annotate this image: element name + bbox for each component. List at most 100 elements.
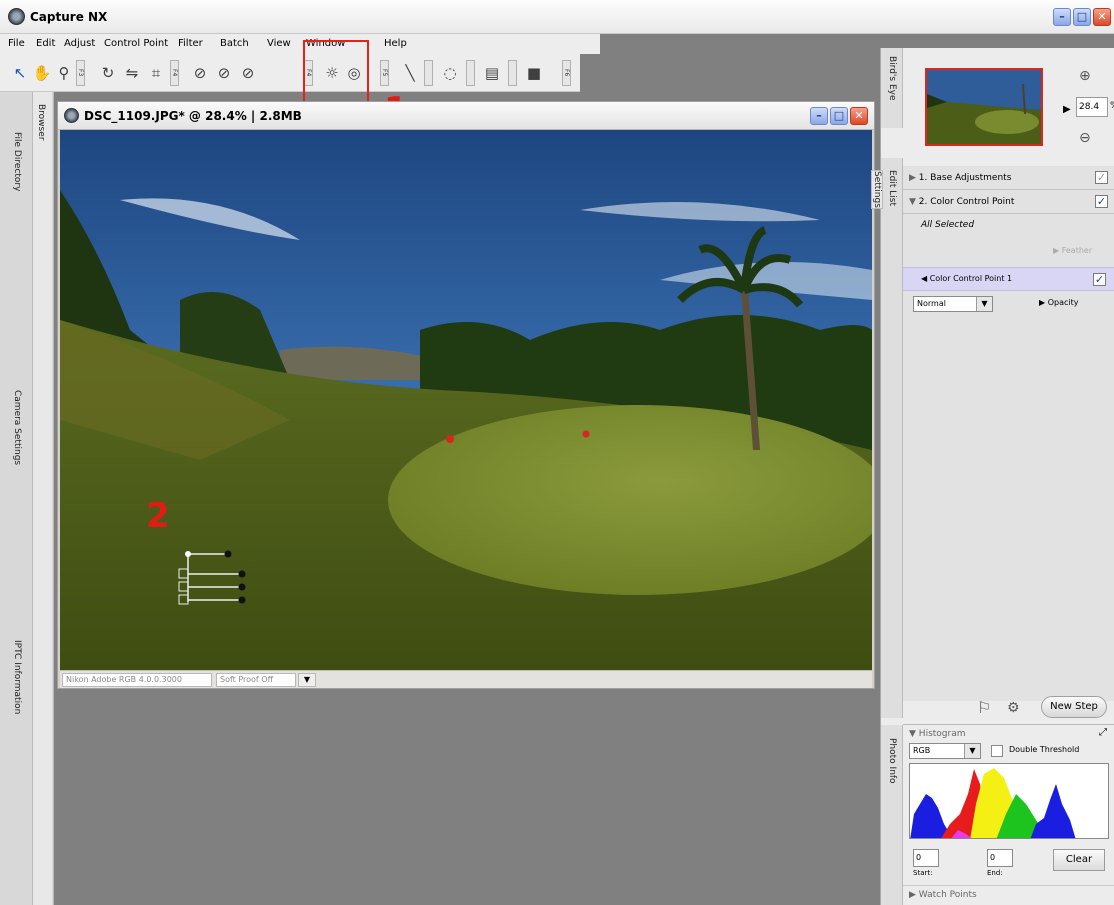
f3-toggle[interactable]: F3 [76, 60, 85, 86]
f6-toggle[interactable]: F6 [562, 60, 571, 86]
doc-maximize-button[interactable]: □ [830, 107, 848, 125]
maximize-button[interactable]: □ [1073, 8, 1091, 26]
neutral-control-point-icon[interactable]: ⊘ [214, 63, 234, 83]
menu-adjust[interactable]: Adjust [64, 38, 95, 49]
fill-icon[interactable]: ■ [524, 63, 544, 83]
straighten-icon[interactable]: ⇋ [122, 63, 142, 83]
menu-filter[interactable]: Filter [178, 38, 203, 49]
zoom-icon[interactable]: ⚲ [54, 63, 74, 83]
start-field[interactable]: 0 [913, 849, 939, 867]
menu-control-point[interactable]: Control Point [104, 38, 168, 49]
f5-toggle[interactable]: F5 [380, 60, 389, 86]
lasso-toggle[interactable] [424, 60, 433, 86]
menu-file[interactable]: File [8, 38, 25, 49]
document-window: DSC_1109.JPG* @ 28.4% | 2.8MB – □ ✕ 2 Ni… [57, 101, 875, 689]
step1-label: 1. Base Adjustments [918, 173, 1012, 183]
menu-batch[interactable]: Batch [220, 38, 249, 49]
channel-select[interactable]: RGB ▼ [909, 743, 981, 759]
menu-help[interactable]: Help [384, 38, 407, 49]
close-button[interactable]: ✕ [1093, 8, 1111, 26]
new-step-button[interactable]: New Step [1041, 696, 1107, 718]
all-selected-label: All Selected [921, 220, 975, 230]
step1-checkbox[interactable]: ✓ [1095, 171, 1108, 184]
left-dock-strip [32, 92, 52, 905]
control-point-row[interactable]: ◀ Color Control Point 1 ✓ [903, 267, 1114, 291]
white-control-point-icon[interactable]: ⊘ [238, 63, 258, 83]
zoom-in-icon[interactable]: ⊕ [1079, 68, 1091, 84]
tab-edit-list[interactable]: Edit List [887, 170, 897, 206]
annotation-label-2: 2 [146, 496, 170, 536]
histogram-graph[interactable] [909, 763, 1109, 839]
rotate-icon[interactable]: ↻ [98, 63, 118, 83]
opacity-control[interactable]: ▶ Opacity [1039, 298, 1078, 307]
start-label: Start: [913, 869, 933, 877]
doc-minimize-button[interactable]: – [810, 107, 828, 125]
tab-iptc-information[interactable]: IPTC Information [12, 640, 22, 714]
zoom-slider-arrow[interactable]: ▶ [1063, 104, 1071, 115]
histogram-panel: ▼ Histogram ⤢ RGB ▼ Double Threshold 0 0… [903, 724, 1114, 905]
clear-button[interactable]: Clear [1053, 849, 1105, 871]
crop-icon[interactable]: ⌗ [146, 63, 166, 83]
document-title-bar: DSC_1109.JPG* @ 28.4% | 2.8MB – □ ✕ [58, 102, 874, 130]
control-point-checkbox[interactable]: ✓ [1093, 273, 1106, 286]
right-panel: Bird's Eye ⊕ ▶ 28.4 % ⊖ Settings Edit Li… [871, 48, 1114, 905]
watch-points-label: Watch Points [918, 890, 977, 900]
tab-settings[interactable]: Settings [871, 170, 883, 209]
double-threshold-label: Double Threshold [1009, 745, 1080, 754]
tab-birds-eye[interactable]: Bird's Eye [887, 56, 897, 101]
double-threshold-checkbox[interactable] [991, 745, 1003, 757]
document-title: DSC_1109.JPG* @ 28.4% | 2.8MB [84, 109, 302, 123]
title-bar: Capture NX – □ ✕ [0, 0, 1114, 34]
zoom-out-icon[interactable]: ⊖ [1079, 130, 1091, 146]
collapse-arrow-icon[interactable]: ▼ [909, 197, 919, 207]
step2-checkbox[interactable]: ✓ [1095, 195, 1108, 208]
color-profile-field: Nikon Adobe RGB 4.0.0.3000 [62, 673, 212, 687]
channel-dropdown-icon[interactable]: ▼ [964, 744, 980, 758]
step2-label: 2. Color Control Point [918, 197, 1015, 207]
tab-photo-info[interactable]: Photo Info [887, 738, 897, 784]
document-status-bar: Nikon Adobe RGB 4.0.0.3000 Soft Proof Of… [60, 670, 872, 688]
end-field[interactable]: 0 [987, 849, 1013, 867]
histogram-title-label: Histogram [918, 729, 966, 739]
options-gear-icon[interactable]: ⚙ [1007, 700, 1020, 716]
edit-step-color-control-point[interactable]: ▼ 2. Color Control Point ✓ [903, 190, 1114, 214]
gradient-toggle[interactable] [466, 60, 475, 86]
soft-proof-dropdown-icon[interactable]: ▼ [298, 673, 316, 687]
fill-toggle[interactable] [508, 60, 517, 86]
menu-edit[interactable]: Edit [36, 38, 55, 49]
zoom-unit: % [1110, 101, 1114, 111]
soft-proof-field[interactable]: Soft Proof Off [216, 673, 296, 687]
edit-step-base-adjustments[interactable]: ▶ 1. Base Adjustments ✓ [903, 166, 1114, 190]
zoom-value-field[interactable]: 28.4 [1076, 97, 1108, 117]
left-dock: Browser File Directory Camera Settings I… [0, 92, 54, 905]
edit-list-strip [881, 158, 903, 718]
watch-points-section[interactable]: ▶ Watch Points [903, 885, 1114, 905]
line-brush-icon[interactable]: ╲ [400, 63, 420, 83]
birdseye-thumbnail[interactable] [925, 68, 1043, 146]
tab-camera-settings[interactable]: Camera Settings [12, 390, 22, 465]
blend-dropdown-icon[interactable]: ▼ [976, 297, 992, 311]
histogram-pin-icon[interactable]: ⤢ [1099, 727, 1107, 738]
direct-select-icon[interactable]: ↖ [10, 63, 30, 83]
opacity-label: Opacity [1047, 298, 1079, 307]
lasso-icon[interactable]: ◌ [440, 63, 460, 83]
f4-toggle-a[interactable]: F4 [170, 60, 179, 86]
gradient-icon[interactable]: ▤ [482, 63, 502, 83]
menu-view[interactable]: View [267, 38, 291, 49]
menu-bar: File Edit Adjust Control Point Filter Ba… [0, 34, 600, 54]
color-control-point-widget[interactable] [176, 550, 248, 606]
hand-icon[interactable]: ✋ [32, 63, 52, 83]
minimize-button[interactable]: – [1053, 8, 1071, 26]
black-control-point-icon[interactable]: ⊘ [190, 63, 210, 83]
tab-file-directory[interactable]: File Directory [12, 132, 22, 191]
control-point-arrow-icon: ◀ [921, 274, 930, 283]
add-control-point-icon[interactable]: ⚐ [977, 698, 991, 717]
doc-close-button[interactable]: ✕ [850, 107, 868, 125]
histogram-title[interactable]: ▼ Histogram [909, 729, 965, 739]
blend-mode-select[interactable]: Normal ▼ [913, 296, 993, 312]
photo-canvas[interactable]: 2 [60, 130, 872, 670]
tab-browser[interactable]: Browser [36, 104, 46, 140]
expand-arrow-icon[interactable]: ▶ [909, 173, 919, 183]
control-point-label: Color Control Point 1 [929, 274, 1013, 283]
feather-control[interactable]: ▶ Feather [1053, 246, 1092, 255]
